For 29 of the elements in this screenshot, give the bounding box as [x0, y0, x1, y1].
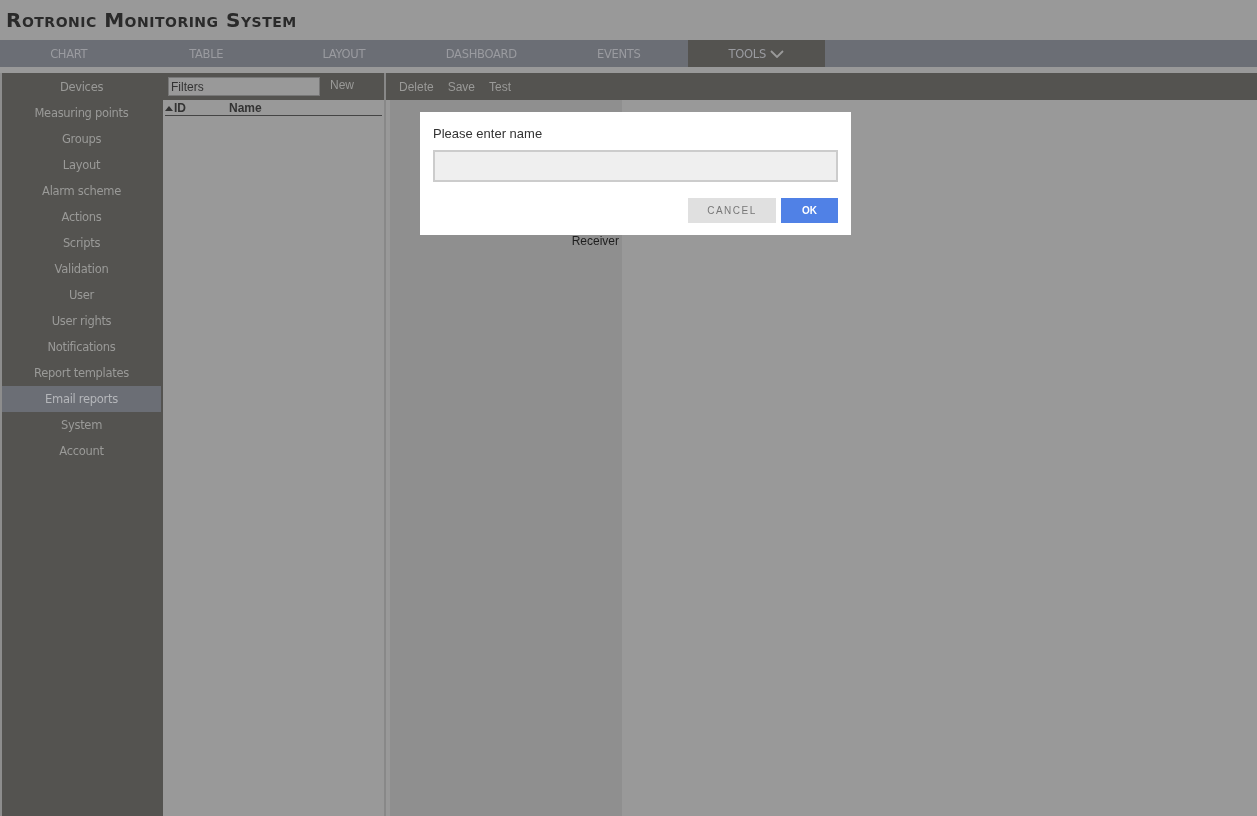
- sidebar-item[interactable]: Validation: [2, 256, 161, 282]
- nav-tab[interactable]: TOOLS: [687, 40, 825, 67]
- sidebar-item[interactable]: Report templates: [2, 360, 161, 386]
- sidebar-item[interactable]: Groups: [2, 126, 161, 152]
- sidebar-item[interactable]: Notifications: [2, 334, 161, 360]
- field-label: Receiver: [571, 234, 620, 248]
- sidebar-item[interactable]: Actions: [2, 204, 161, 230]
- sidebar-item[interactable]: Email reports: [2, 386, 161, 412]
- sidebar-item[interactable]: Devices: [2, 74, 161, 100]
- sidebar-item[interactable]: Scripts: [2, 230, 161, 256]
- sidebar-item[interactable]: Measuring points: [2, 100, 161, 126]
- sidebar-item[interactable]: Layout: [2, 152, 161, 178]
- sidebar-item[interactable]: Account: [2, 438, 161, 464]
- column-header[interactable]: Name: [229, 100, 262, 115]
- column-header[interactable]: ID: [165, 100, 229, 115]
- sidebar-item[interactable]: User rights: [2, 308, 161, 334]
- cancel-button[interactable]: CANCEL: [688, 198, 776, 223]
- ok-button[interactable]: OK: [781, 198, 838, 223]
- toolbar-button[interactable]: Save: [447, 79, 476, 94]
- name-input[interactable]: [433, 150, 838, 182]
- dialog-title: Please enter name: [433, 126, 544, 141]
- filter-field[interactable]: Filters: [168, 77, 320, 96]
- sidebar-item[interactable]: System: [2, 412, 161, 438]
- sidebar-item[interactable]: Alarm scheme: [2, 178, 161, 204]
- toolbar-button[interactable]: Delete: [399, 79, 434, 94]
- app-title: Rotronic Monitoring System: [6, 8, 297, 32]
- sidebar-item[interactable]: User: [2, 282, 161, 308]
- toolbar-button[interactable]: Test: [489, 79, 512, 94]
- new-button[interactable]: New: [330, 77, 354, 92]
